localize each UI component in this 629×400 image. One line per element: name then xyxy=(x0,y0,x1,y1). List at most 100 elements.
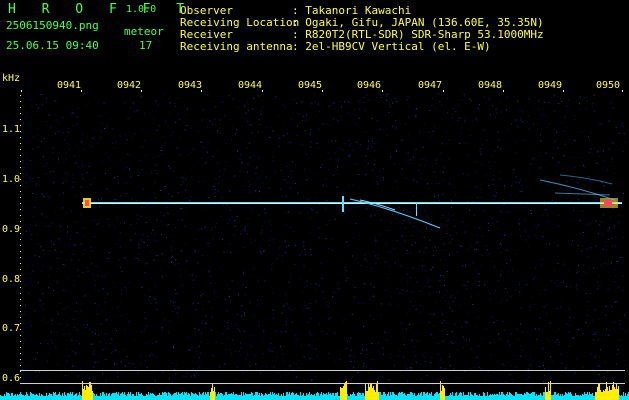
noise-pixel xyxy=(499,374,500,376)
noise-pixel xyxy=(558,103,560,104)
noise-pixel xyxy=(211,307,213,309)
noise-pixel xyxy=(568,99,570,101)
noise-pixel xyxy=(615,247,617,249)
noise-pixel xyxy=(546,313,547,315)
noise-pixel xyxy=(613,328,615,330)
noise-pixel xyxy=(231,279,233,281)
noise-pixel xyxy=(21,284,23,285)
noise-pixel xyxy=(25,365,27,366)
noise-pixel xyxy=(97,266,99,268)
noise-pixel xyxy=(450,234,452,236)
noise-pixel xyxy=(128,321,130,323)
noise-pixel xyxy=(441,322,443,324)
noise-pixel xyxy=(263,281,265,282)
noise-floor-bar xyxy=(538,395,539,400)
noise-floor-bar xyxy=(65,395,66,400)
noise-pixel xyxy=(353,356,355,358)
noise-pixel xyxy=(164,320,166,322)
noise-pixel xyxy=(164,233,166,235)
noise-pixel xyxy=(254,155,256,157)
noise-pixel xyxy=(201,119,203,121)
noise-pixel xyxy=(208,271,210,273)
noise-pixel xyxy=(288,211,290,213)
noise-pixel xyxy=(417,340,418,342)
noise-pixel xyxy=(192,286,194,288)
noise-pixel xyxy=(219,119,221,121)
noise-pixel xyxy=(405,177,407,179)
noise-pixel xyxy=(227,337,229,339)
noise-pixel xyxy=(398,265,400,267)
noise-pixel xyxy=(507,341,509,343)
noise-pixel xyxy=(492,183,494,185)
noise-pixel xyxy=(67,173,69,175)
noise-pixel xyxy=(285,195,287,197)
noise-pixel xyxy=(122,169,124,170)
noise-pixel xyxy=(177,192,179,194)
noise-floor-bar xyxy=(602,392,603,400)
noise-pixel xyxy=(273,322,275,324)
noise-pixel xyxy=(180,184,182,186)
noise-pixel xyxy=(608,334,610,336)
noise-floor-bar xyxy=(460,392,461,400)
noise-pixel xyxy=(388,379,390,381)
noise-pixel xyxy=(341,119,343,121)
noise-pixel xyxy=(126,166,128,168)
noise-pixel xyxy=(21,131,23,133)
noise-pixel xyxy=(247,204,249,206)
noise-pixel xyxy=(373,164,375,166)
noise-pixel xyxy=(453,206,455,208)
noise-pixel xyxy=(21,287,23,289)
noise-pixel xyxy=(295,183,297,185)
noise-pixel xyxy=(432,130,434,132)
noise-pixel xyxy=(137,170,139,172)
noise-pixel xyxy=(195,238,196,240)
noise-pixel xyxy=(212,123,214,125)
noise-pixel xyxy=(49,378,51,380)
noise-pixel xyxy=(248,142,250,144)
noise-pixel xyxy=(124,222,125,224)
noise-pixel xyxy=(530,210,532,212)
noise-pixel xyxy=(367,95,368,96)
noise-pixel xyxy=(219,132,221,134)
noise-pixel xyxy=(217,130,218,132)
noise-pixel xyxy=(409,222,410,224)
noise-pixel xyxy=(488,222,490,224)
noise-pixel xyxy=(138,253,140,255)
noise-pixel xyxy=(605,249,607,251)
noise-pixel xyxy=(496,240,498,242)
x-tick-mark xyxy=(262,90,263,92)
noise-pixel xyxy=(226,322,228,324)
noise-pixel xyxy=(121,315,123,316)
noise-pixel xyxy=(164,186,166,187)
noise-floor-bar xyxy=(552,395,553,400)
grid-dot xyxy=(20,245,21,246)
noise-pixel xyxy=(252,108,254,110)
noise-floor-bar xyxy=(228,394,229,400)
noise-pixel xyxy=(567,106,569,108)
noise-pixel xyxy=(263,330,265,332)
noise-pixel xyxy=(86,267,88,269)
noise-pixel xyxy=(479,366,481,368)
noise-pixel xyxy=(520,120,522,122)
noise-pixel xyxy=(61,218,63,220)
noise-floor-bar xyxy=(7,393,8,400)
noise-floor-bar xyxy=(299,396,300,400)
noise-pixel xyxy=(444,285,445,286)
noise-floor-bar xyxy=(269,394,270,400)
noise-pixel xyxy=(355,123,357,124)
x-tick-mark xyxy=(201,90,202,92)
noise-pixel xyxy=(357,302,359,304)
noise-pixel xyxy=(346,112,348,114)
noise-pixel xyxy=(102,373,103,375)
noise-pixel xyxy=(276,258,278,260)
noise-pixel xyxy=(560,297,562,299)
noise-pixel xyxy=(597,151,599,153)
noise-floor-bar xyxy=(385,394,386,400)
noise-pixel xyxy=(624,364,626,366)
noise-pixel xyxy=(303,115,305,117)
noise-floor-bar xyxy=(439,393,440,400)
noise-pixel xyxy=(155,380,157,382)
noise-pixel xyxy=(26,93,28,95)
noise-pixel xyxy=(475,118,477,120)
noise-pixel xyxy=(59,303,61,304)
